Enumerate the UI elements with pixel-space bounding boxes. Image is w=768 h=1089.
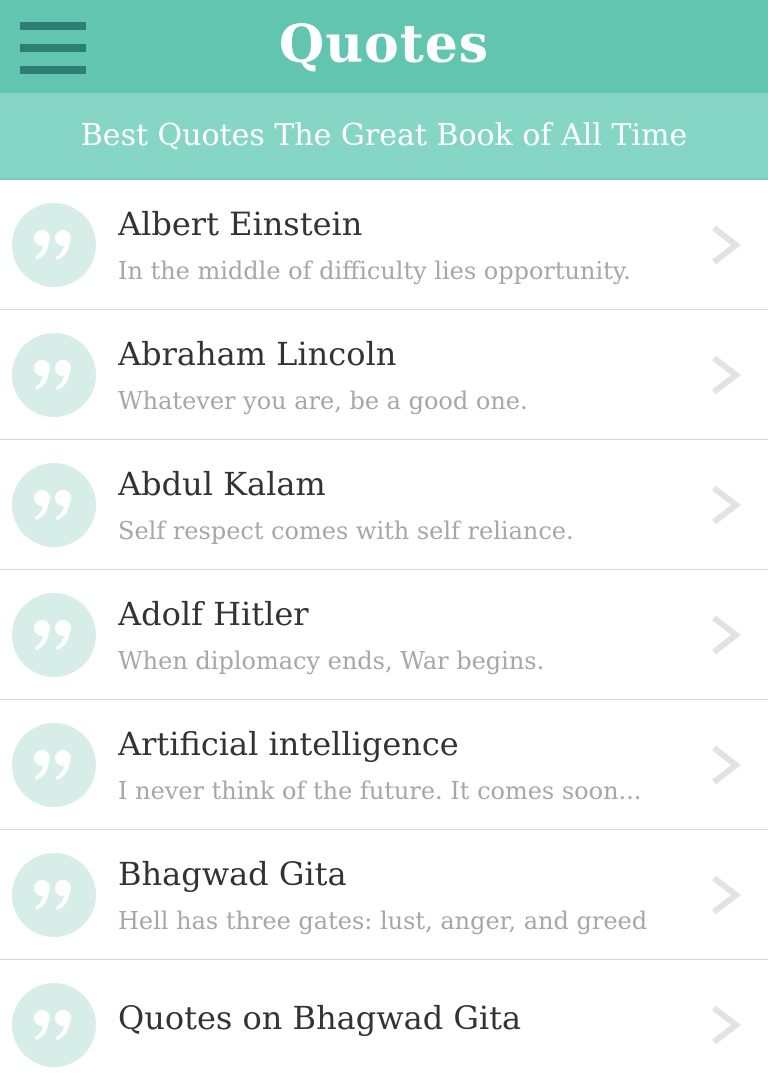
quote-list: Albert Einstein In the middle of difficu…	[0, 180, 768, 1089]
author-name: Abraham Lincoln	[118, 334, 397, 373]
quote-preview: Hell has three gates: lust, anger, and g…	[118, 906, 648, 935]
chevron-right-icon	[712, 875, 741, 914]
chevron-right-icon	[712, 615, 741, 654]
quote-mark-icon	[12, 722, 96, 807]
quote-mark-icon	[12, 332, 96, 417]
list-item[interactable]: Albert Einstein In the middle of difficu…	[0, 180, 768, 310]
author-name: Bhagwad Gita	[118, 854, 347, 893]
list-item[interactable]: Bhagwad Gita Hell has three gates: lust,…	[0, 830, 768, 960]
menu-bar	[20, 44, 86, 52]
list-item[interactable]: Abdul Kalam Self respect comes with self…	[0, 440, 768, 570]
quote-mark-icon	[12, 982, 96, 1067]
app-header: Quotes	[0, 0, 768, 93]
chevron-right-icon	[712, 485, 741, 524]
quote-mark-icon	[12, 462, 96, 547]
menu-bar	[20, 66, 86, 74]
hamburger-menu-icon[interactable]	[20, 22, 86, 74]
author-name: Abdul Kalam	[118, 464, 326, 503]
chevron-right-icon	[712, 355, 741, 394]
quote-preview: I never think of the future. It comes so…	[118, 776, 642, 805]
quote-preview: Whatever you are, be a good one.	[118, 386, 528, 415]
chevron-right-icon	[712, 745, 741, 784]
chevron-right-icon	[712, 225, 741, 264]
author-name: Albert Einstein	[118, 204, 363, 243]
quote-preview: When diplomacy ends, War begins.	[118, 646, 545, 675]
author-name: Quotes on Bhagwad Gita	[118, 998, 522, 1037]
menu-bar	[20, 22, 86, 30]
quote-preview: Self respect comes with self reliance.	[118, 516, 574, 545]
list-item[interactable]: Abraham Lincoln Whatever you are, be a g…	[0, 310, 768, 440]
chevron-right-icon	[712, 1005, 741, 1044]
author-name: Artificial intelligence	[118, 724, 459, 763]
list-item[interactable]: Adolf Hitler When diplomacy ends, War be…	[0, 570, 768, 700]
quote-preview: In the middle of difficulty lies opportu…	[118, 256, 631, 285]
quote-mark-icon	[12, 202, 96, 287]
list-item[interactable]: Quotes on Bhagwad Gita	[0, 960, 768, 1089]
list-item[interactable]: Artificial intelligence I never think of…	[0, 700, 768, 830]
quote-mark-icon	[12, 852, 96, 937]
quote-mark-icon	[12, 592, 96, 677]
page-subtitle: Best Quotes The Great Book of All Time	[0, 93, 768, 180]
author-name: Adolf Hitler	[118, 594, 309, 633]
page-title: Quotes	[278, 14, 490, 75]
